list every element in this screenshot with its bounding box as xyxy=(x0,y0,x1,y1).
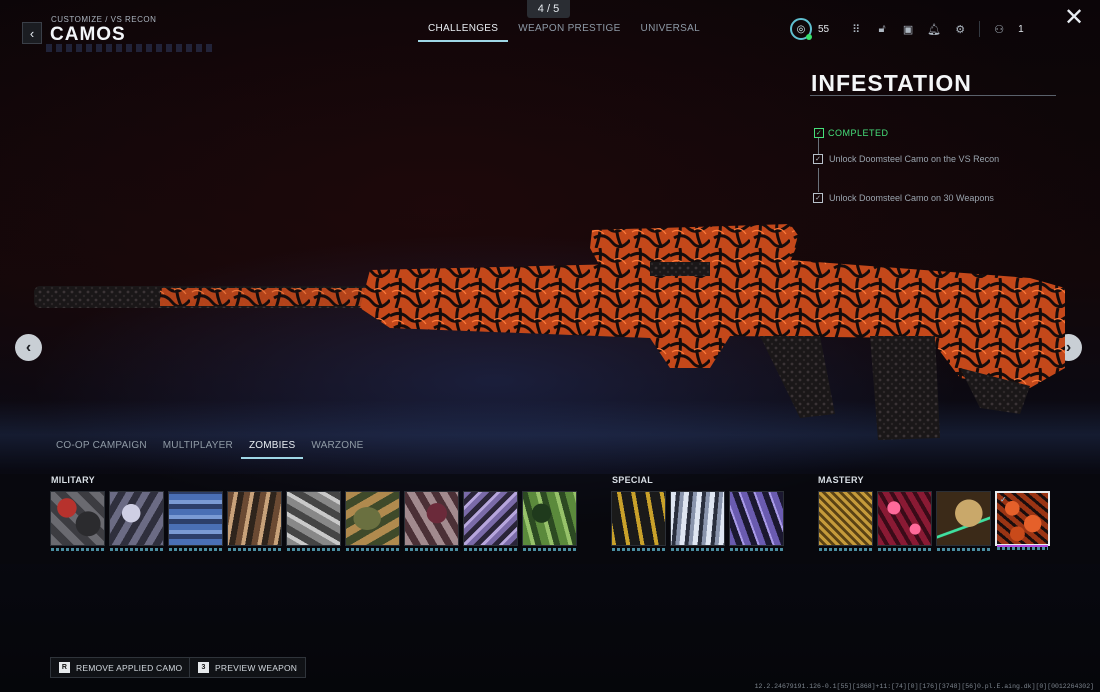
party-icon[interactable]: ⚇ xyxy=(992,23,1006,36)
camo-swatch[interactable] xyxy=(404,491,459,551)
camera-icon[interactable]: ▣ xyxy=(901,23,915,36)
camo-swatch[interactable] xyxy=(463,491,518,551)
close-icon: ✕ xyxy=(1063,4,1085,31)
challenge-connector xyxy=(818,138,819,154)
prestige-icon: ◎ xyxy=(796,23,806,35)
camo-swatch-selected[interactable]: ✓ xyxy=(995,491,1050,550)
challenge-status: ✓ COMPLETED xyxy=(814,128,889,138)
challenge-item: ✓ Unlock Doomsteel Camo on 30 Weapons xyxy=(813,193,994,203)
close-button[interactable]: ✕ xyxy=(1061,6,1087,32)
keybind-r: R xyxy=(59,662,70,673)
party-count: 1 xyxy=(1018,23,1024,35)
mode-tabs: CO-OP CAMPAIGN MULTIPLAYER ZOMBIES WARZO… xyxy=(48,440,372,459)
challenge-item-label: Unlock Doomsteel Camo on 30 Weapons xyxy=(829,193,994,203)
camo-swatch[interactable] xyxy=(50,491,105,551)
grid-icon[interactable]: ⠿ xyxy=(849,23,863,36)
camo-swatch[interactable] xyxy=(227,491,282,551)
weapon-scope xyxy=(590,224,800,266)
camo-swatch[interactable] xyxy=(109,491,164,551)
challenge-item-label: Unlock Doomsteel Camo on the VS Recon xyxy=(829,154,1000,164)
tab-universal[interactable]: UNIVERSAL xyxy=(631,23,710,42)
camo-swatch[interactable] xyxy=(670,491,725,551)
weapon-magazine xyxy=(870,336,940,440)
hud-bar: ◎ 55 ⠿ 🔓︎ ▣ 🔔︎ ⚙ ⚇ 1 xyxy=(790,18,1024,40)
lock-icon[interactable]: 🔓︎ xyxy=(875,23,889,36)
camo-swatch[interactable] xyxy=(611,491,666,551)
camo-swatch[interactable] xyxy=(818,491,873,551)
camo-swatch[interactable] xyxy=(345,491,400,551)
bell-icon[interactable]: 🔔︎ xyxy=(927,23,941,36)
special-camo-row xyxy=(611,491,784,551)
title-decoration xyxy=(46,44,216,52)
build-info: 12.2.24679191.126-0.1[55][1868]+11:[74][… xyxy=(754,683,1094,690)
checkbox-checked-icon: ✓ xyxy=(814,128,824,138)
challenge-status-label: COMPLETED xyxy=(828,128,889,138)
checkbox-checked-icon: ✓ xyxy=(813,154,823,164)
breadcrumb: CUSTOMIZE / VS RECON xyxy=(51,15,157,24)
category-military-label: MILITARY xyxy=(51,475,95,485)
remove-applied-camo-label: REMOVE APPLIED CAMO xyxy=(76,662,183,673)
camo-swatch[interactable] xyxy=(936,491,991,551)
camo-name: INFESTATION xyxy=(811,70,972,96)
checkbox-checked-icon: ✓ xyxy=(813,193,823,203)
category-special-label: SPECIAL xyxy=(612,475,654,485)
page-title: CAMOS xyxy=(50,24,126,45)
weapon-receiver xyxy=(360,260,1065,388)
camo-swatch[interactable] xyxy=(729,491,784,551)
back-button[interactable]: ‹ xyxy=(22,22,42,44)
category-mastery-label: MASTERY xyxy=(818,475,864,485)
tab-warzone[interactable]: WARZONE xyxy=(303,440,371,459)
camo-swatch[interactable] xyxy=(522,491,577,551)
tab-challenges[interactable]: CHALLENGES xyxy=(418,23,509,42)
camo-name-divider xyxy=(810,95,1056,96)
equipped-check-icon: ✓ xyxy=(1000,495,1007,504)
tab-multiplayer[interactable]: MULTIPLAYER xyxy=(155,440,241,459)
top-tabs: CHALLENGES WEAPON PRESTIGE UNIVERSAL xyxy=(418,23,710,42)
preview-weapon-label: PREVIEW WEAPON xyxy=(215,662,298,673)
challenge-item: ✓ Unlock Doomsteel Camo on the VS Recon xyxy=(813,154,999,164)
chevron-left-icon: ‹ xyxy=(29,25,35,41)
page-indicator: 4 / 5 xyxy=(527,0,570,18)
player-level-badge[interactable]: ◎ xyxy=(790,18,812,40)
tab-co-op-campaign[interactable]: CO-OP CAMPAIGN xyxy=(48,440,155,459)
camo-swatch[interactable] xyxy=(286,491,341,551)
mastery-camo-row: ✓ xyxy=(818,491,1050,551)
tab-weapon-prestige[interactable]: WEAPON PRESTIGE xyxy=(508,23,630,42)
remove-applied-camo-button[interactable]: R REMOVE APPLIED CAMO xyxy=(50,657,192,678)
gear-icon[interactable]: ⚙ xyxy=(953,23,967,36)
keybind-3: 3 xyxy=(198,662,209,673)
camo-swatch[interactable] xyxy=(877,491,932,551)
weapon-grip xyxy=(760,336,835,418)
preview-weapon-button[interactable]: 3 PREVIEW WEAPON xyxy=(189,657,307,678)
challenge-connector xyxy=(818,168,819,192)
weapon-preview xyxy=(34,224,1065,440)
tab-zombies[interactable]: ZOMBIES xyxy=(240,440,304,459)
camo-swatch[interactable] xyxy=(168,491,223,551)
military-camo-row xyxy=(50,491,577,551)
hud-divider xyxy=(979,21,981,37)
player-level: 55 xyxy=(818,23,830,35)
